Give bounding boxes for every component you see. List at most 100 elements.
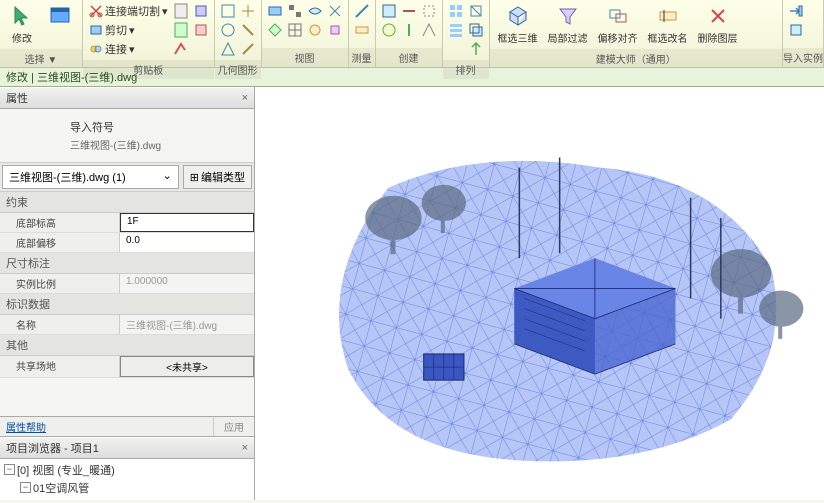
group-title-view: 视图 [262, 48, 348, 67]
create-icon-3[interactable] [400, 2, 418, 20]
instance-dropdown[interactable]: 三维视图-(三维).dwg (1) ⌄ [2, 165, 179, 189]
collapse-icon[interactable]: − [4, 464, 15, 475]
ribbon-group-geometry: 几何图形 [215, 0, 262, 67]
cut-button[interactable]: 剪切▾ [87, 21, 170, 39]
offset-align-button[interactable]: 偏移对齐 [594, 2, 642, 47]
create-icon-6[interactable] [420, 21, 438, 39]
properties-footer: 属性帮助 应用 [0, 416, 254, 437]
group-title-geometry: 几何图形 [215, 60, 261, 79]
properties-header: 属性 × [0, 87, 254, 109]
properties-apply-button[interactable]: 应用 [213, 417, 254, 436]
properties-close-icon[interactable]: × [242, 92, 248, 104]
create-icon-1[interactable] [380, 2, 398, 20]
join-icon [89, 42, 103, 56]
prop-row-shared-site: 共享场地 <未共享> [0, 356, 254, 378]
arrange-icon-1[interactable] [447, 2, 465, 20]
context-tab-bar: 修改 | 三维视图-(三维).dwg [0, 68, 824, 87]
delete-layer-button[interactable]: 删除图层 [694, 2, 742, 47]
browser-title: 项目浏览器 - 项目1 [6, 440, 99, 456]
properties-type-selector[interactable]: 导入符号 三维视图-(三维).dwg [0, 109, 254, 163]
geom-icon-1[interactable] [219, 2, 237, 20]
arrange-icon-4[interactable] [467, 21, 485, 39]
prop-row-base-level: 底部标高 1F [0, 213, 254, 233]
create-icon-4[interactable] [400, 21, 418, 39]
shared-site-button[interactable]: <未共享> [120, 356, 254, 377]
view-icon-1[interactable] [266, 2, 284, 20]
window-button[interactable] [42, 2, 78, 30]
clipboard-icon-4[interactable] [192, 2, 210, 20]
join-button[interactable]: 连接▾ [87, 40, 170, 58]
section-dim[interactable]: 尺寸标注 [0, 253, 254, 274]
collapse-icon[interactable]: − [20, 482, 31, 493]
left-panel: 属性 × 导入符号 三维视图-(三维).dwg 三维视图-(三维).dwg (1… [0, 87, 255, 500]
group-title-import: 导入实例 [783, 48, 823, 67]
clipboard-icon-5[interactable] [192, 21, 210, 39]
arrange-icon-3[interactable] [467, 2, 485, 20]
view-icon-3[interactable] [286, 2, 304, 20]
clipboard-icon-1[interactable] [172, 2, 190, 20]
ribbon-group-import: 导入实例 [783, 0, 824, 67]
section-identity[interactable]: 标识数据 [0, 294, 254, 315]
view-icon-2[interactable] [266, 21, 284, 39]
import-icon-2[interactable] [787, 21, 805, 39]
properties-blank [0, 378, 254, 416]
properties-help-link[interactable]: 属性帮助 [0, 417, 213, 436]
tree-node-views[interactable]: −[0] 视图 (专业_暖通) [2, 461, 252, 479]
cut-icon [89, 23, 103, 37]
properties-title: 属性 [6, 90, 28, 106]
import-icon-1[interactable] [787, 2, 805, 20]
browser-header: 项目浏览器 - 项目1 × [0, 437, 254, 459]
view-icon-8[interactable] [326, 21, 344, 39]
ribbon-group-master: 框选三维 局部过滤 偏移对齐 框选改名 删除图层 建模大师（通用） [490, 0, 783, 67]
view-icon-4[interactable] [286, 21, 304, 39]
geom-icon-5[interactable] [239, 21, 257, 39]
modify-button[interactable]: 修改 [4, 2, 40, 47]
arrange-icon-2[interactable] [447, 21, 465, 39]
group-title-create: 创建 [376, 48, 442, 67]
tree-node-01model[interactable]: −01建模 [2, 497, 252, 501]
view-icon-6[interactable] [306, 21, 324, 39]
3d-viewport[interactable] [255, 87, 824, 500]
measure-icon-2[interactable] [353, 21, 371, 39]
project-browser-tree: −[0] 视图 (专业_暖通) −01空调风管 −01建模 楼层平面: 建模-二… [0, 459, 254, 501]
properties-grid: 约束 底部标高 1F 底部偏移 0.0 尺寸标注 实例比例 1.000000 标… [0, 192, 254, 378]
funnel-icon [556, 4, 580, 28]
select3d-button[interactable]: 框选三维 [494, 2, 542, 47]
prop-row-name: 名称 三维视图-(三维).dwg [0, 315, 254, 335]
context-tab-label: 修改 | 三维视图-(三维).dwg [6, 69, 137, 85]
create-icon-5[interactable] [420, 2, 438, 20]
geom-icon-2[interactable] [219, 21, 237, 39]
base-level-input[interactable]: 1F [120, 213, 254, 232]
delete-icon [706, 4, 730, 28]
connect-cut-button[interactable]: 连接端切割▾ [87, 2, 170, 20]
filter-button[interactable]: 局部过滤 [544, 2, 592, 47]
edit-type-icon: ⊞ [190, 171, 199, 184]
type-name-label: 三维视图-(三维).dwg [70, 137, 246, 152]
base-offset-input[interactable]: 0.0 [120, 233, 254, 252]
measure-icon-1[interactable] [353, 2, 371, 20]
section-constraints[interactable]: 约束 [0, 192, 254, 213]
rename-button[interactable]: 框选改名 [644, 2, 692, 47]
geom-icon-3[interactable] [219, 40, 237, 58]
window-icon [48, 4, 72, 28]
ribbon-group-select: 修改 选择 ▼ [0, 0, 83, 67]
chevron-down-icon: ▾ [129, 24, 135, 37]
section-other[interactable]: 其他 [0, 335, 254, 356]
type-family-label: 导入符号 [70, 119, 246, 135]
geom-icon-6[interactable] [239, 40, 257, 58]
offset-icon [606, 4, 630, 28]
chevron-down-icon: ▾ [129, 43, 135, 56]
rename-icon [656, 4, 680, 28]
browser-close-icon[interactable]: × [242, 442, 248, 454]
view-icon-7[interactable] [326, 2, 344, 20]
view-icon-5[interactable] [306, 2, 324, 20]
arrange-icon-5[interactable] [467, 40, 485, 58]
ribbon-group-measure: 测量 [349, 0, 376, 67]
clipboard-icon-3[interactable] [172, 40, 190, 58]
chevron-down-icon: ⌄ [163, 169, 172, 182]
clipboard-icon-2[interactable] [172, 21, 190, 39]
edit-type-button[interactable]: ⊞编辑类型 [183, 165, 252, 189]
tree-node-01ac[interactable]: −01空调风管 [2, 479, 252, 497]
create-icon-2[interactable] [380, 21, 398, 39]
geom-icon-4[interactable] [239, 2, 257, 20]
